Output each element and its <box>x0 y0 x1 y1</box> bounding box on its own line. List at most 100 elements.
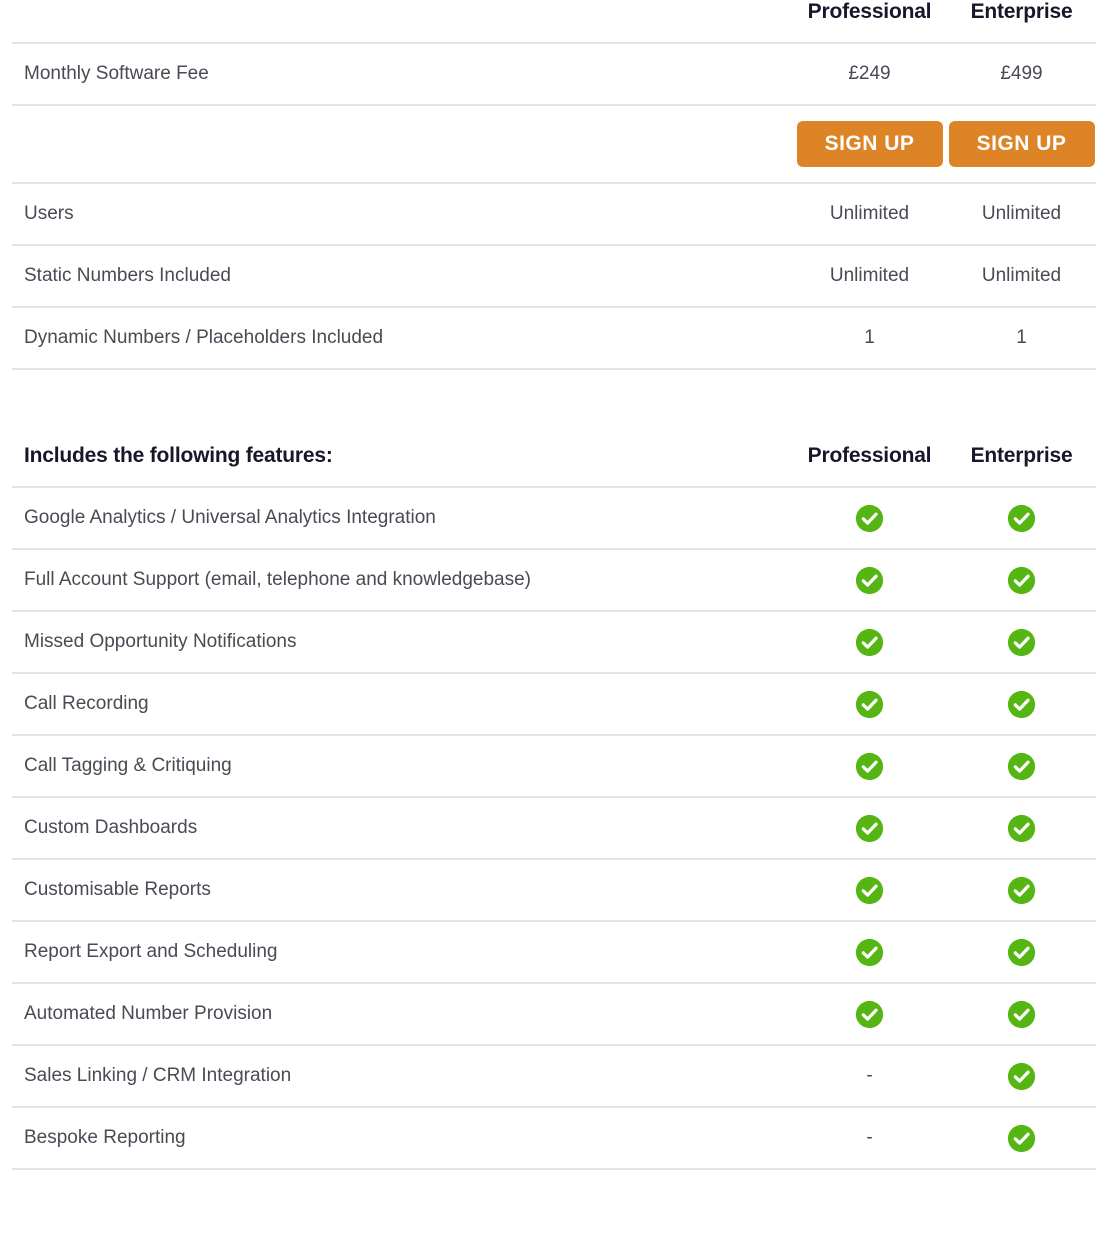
feature-value-professional <box>792 610 947 673</box>
signup-button-enterprise-cell: SIGN UP <box>947 104 1096 183</box>
feature-value-enterprise <box>947 734 1096 797</box>
feature-value-professional <box>792 858 947 921</box>
table-row: Custom Dashboards <box>12 796 1096 859</box>
check-circle-icon <box>1007 1000 1036 1028</box>
feature-value-enterprise <box>947 858 1096 921</box>
check-circle-icon <box>1007 752 1036 780</box>
row-value-enterprise: Unlimited <box>947 182 1096 245</box>
check-circle-icon <box>1007 628 1036 656</box>
row-label: Users <box>12 182 792 245</box>
check-circle-icon <box>1007 814 1036 842</box>
feature-value-professional <box>792 796 947 859</box>
check-circle-icon <box>855 1000 884 1028</box>
check-circle-icon <box>855 504 884 532</box>
row-label: Static Numbers Included <box>12 244 792 307</box>
row-value-professional: 1 <box>792 306 947 369</box>
check-circle-icon <box>1007 566 1036 594</box>
table-row: Call Recording <box>12 672 1096 735</box>
table-row: Report Export and Scheduling <box>12 920 1096 983</box>
plan-header-professional: Professional <box>807 0 932 23</box>
feature-label: Automated Number Provision <box>12 982 792 1045</box>
feature-label: Google Analytics / Universal Analytics I… <box>12 486 792 549</box>
features-header-enterprise: Enterprise <box>970 444 1073 467</box>
not-included-dash: - <box>866 1127 873 1148</box>
check-circle-icon <box>855 690 884 718</box>
features-table-bottom-rule <box>12 1168 1096 1171</box>
feature-value-professional <box>792 734 947 797</box>
check-circle-icon <box>855 876 884 904</box>
plan-header-row: Professional Enterprise <box>12 0 1096 43</box>
table-row: Bespoke Reporting - <box>12 1106 1096 1169</box>
feature-value-enterprise <box>947 796 1096 859</box>
feature-value-professional <box>792 672 947 735</box>
table-row: Monthly Software Fee £249 £499 <box>12 42 1096 105</box>
table-row: Customisable Reports <box>12 858 1096 921</box>
feature-value-enterprise <box>947 548 1096 611</box>
signup-button-professional[interactable]: SIGN UP <box>796 121 943 167</box>
features-table-body: Google Analytics / Universal Analytics I… <box>12 486 1096 1171</box>
row-value-professional: £249 <box>792 42 947 105</box>
signup-button-enterprise[interactable]: SIGN UP <box>948 121 1095 167</box>
feature-value-enterprise <box>947 920 1096 983</box>
feature-value-enterprise <box>947 486 1096 549</box>
plan-header-enterprise: Enterprise <box>970 0 1073 23</box>
feature-value-professional <box>792 486 947 549</box>
feature-value-enterprise <box>947 672 1096 735</box>
row-label: Dynamic Numbers / Placeholders Included <box>12 306 792 369</box>
check-circle-icon <box>1007 504 1036 532</box>
check-circle-icon <box>1007 938 1036 966</box>
features-title: Includes the following features: <box>24 444 333 467</box>
check-circle-icon <box>855 938 884 966</box>
plan-header-spacer <box>12 0 792 43</box>
rule-cell <box>792 1168 947 1171</box>
pricing-table: Professional Enterprise Monthly Software… <box>12 0 1096 371</box>
features-header-row: Includes the following features: Profess… <box>12 444 1096 487</box>
table-row: Static Numbers Included Unlimited Unlimite… <box>12 244 1096 307</box>
check-circle-icon <box>1007 690 1036 718</box>
feature-value-professional: - <box>792 1044 947 1107</box>
row-value-enterprise: 1 <box>947 306 1096 369</box>
table-row: Users Unlimited Unlimited <box>12 182 1096 245</box>
table-row: Google Analytics / Universal Analytics I… <box>12 486 1096 549</box>
row-value-professional: Unlimited <box>792 244 947 307</box>
pricing-table-body: Monthly Software Fee £249 £499 SIGN UP SIGN … <box>12 42 1096 371</box>
feature-value-professional <box>792 982 947 1045</box>
table-row: Full Account Support (email, telephone a… <box>12 548 1096 611</box>
table-row: Missed Opportunity Notifications <box>12 610 1096 673</box>
table-row: Dynamic Numbers / Placeholders Included 1… <box>12 306 1096 369</box>
feature-label: Call Tagging & Critiquing <box>12 734 792 797</box>
feature-label: Custom Dashboards <box>12 796 792 859</box>
feature-value-enterprise <box>947 982 1096 1045</box>
check-circle-icon <box>855 628 884 656</box>
feature-value-enterprise <box>947 1044 1096 1107</box>
pricing-comparison-page: Professional Enterprise Monthly Software… <box>0 0 1108 1171</box>
feature-value-professional: - <box>792 1106 947 1169</box>
feature-value-professional <box>792 548 947 611</box>
check-circle-icon <box>1007 1124 1036 1152</box>
feature-label: Call Recording <box>12 672 792 735</box>
table-row: Call Tagging & Critiquing <box>12 734 1096 797</box>
feature-label: Bespoke Reporting <box>12 1106 792 1169</box>
table-row: Automated Number Provision <box>12 982 1096 1045</box>
feature-value-enterprise <box>947 1106 1096 1169</box>
check-circle-icon <box>855 814 884 842</box>
check-circle-icon <box>1007 1062 1036 1090</box>
feature-value-professional <box>792 920 947 983</box>
feature-label: Missed Opportunity Notifications <box>12 610 792 673</box>
table-row: Sales Linking / CRM Integration - <box>12 1044 1096 1107</box>
check-circle-icon <box>855 566 884 594</box>
signup-row-spacer <box>12 104 792 183</box>
features-table: Includes the following features: Profess… <box>12 444 1096 1171</box>
feature-label: Customisable Reports <box>12 858 792 921</box>
signup-button-professional-cell: SIGN UP <box>792 104 947 183</box>
check-circle-icon <box>1007 876 1036 904</box>
feature-label: Sales Linking / CRM Integration <box>12 1044 792 1107</box>
rule-cell <box>12 1168 792 1171</box>
rule-cell <box>947 1168 1096 1171</box>
not-included-dash: - <box>866 1065 873 1086</box>
feature-label: Full Account Support (email, telephone a… <box>12 548 792 611</box>
row-value-professional: Unlimited <box>792 182 947 245</box>
features-header-professional: Professional <box>807 444 932 467</box>
check-circle-icon <box>855 752 884 780</box>
